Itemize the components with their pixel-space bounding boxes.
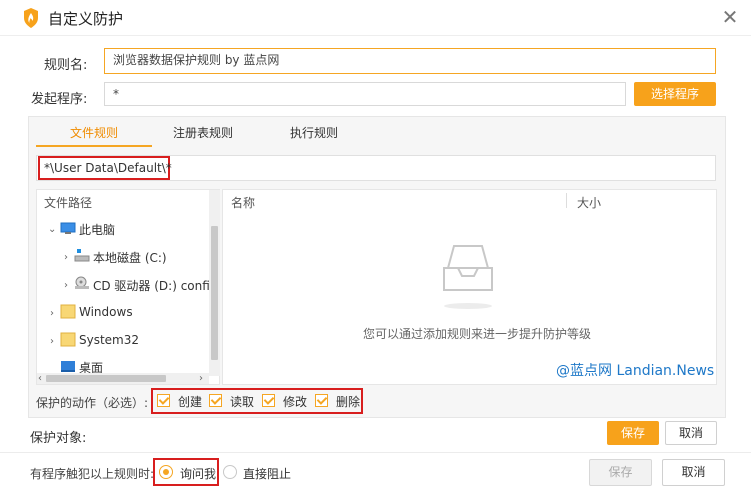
computer-icon — [60, 222, 76, 234]
rule-name-label: 规则名: — [44, 58, 88, 73]
checkbox-read[interactable] — [209, 394, 222, 407]
tree-item-label[interactable]: CD 驱动器 (D:) config-2 — [93, 277, 209, 294]
checkbox-modify[interactable] — [262, 394, 275, 407]
tree-item-this-pc[interactable]: ⌄ — [48, 221, 56, 235]
custom-protection-dialog: 自定义防护 ✕ 规则名: 浏览器数据保护规则 by 蓝点网 发起程序: * 选择… — [0, 0, 751, 494]
scroll-right-icon[interactable]: › — [199, 373, 203, 384]
tab-execution-rules[interactable]: 执行规则 — [290, 124, 338, 141]
tree-item-d-drive[interactable]: › — [64, 277, 68, 291]
column-name[interactable]: 名称 — [231, 194, 255, 211]
column-divider — [566, 193, 567, 208]
radio-ask-me[interactable] — [159, 465, 173, 479]
actions-label: 保护的动作（必选）: — [36, 396, 149, 410]
chevron-down-icon[interactable]: ⌄ — [48, 224, 56, 235]
cancel-rule-button[interactable]: 取消 — [665, 421, 717, 445]
radio-block-directly-label[interactable]: 直接阻止 — [243, 465, 291, 482]
desktop-icon — [61, 361, 75, 372]
tree-item-windows[interactable]: › — [50, 305, 54, 319]
launcher-label: 发起程序: — [31, 92, 88, 107]
cancel-button[interactable]: 取消 — [662, 459, 725, 486]
tree-header: 文件路径 — [44, 196, 93, 210]
select-program-button[interactable]: 选择程序 — [634, 82, 716, 106]
tree-item-label[interactable]: System32 — [79, 333, 139, 347]
save-rule-button[interactable]: 保存 — [607, 421, 659, 445]
chevron-right-icon[interactable]: › — [50, 336, 54, 347]
radio-block-directly[interactable] — [223, 465, 237, 479]
watermark: @蓝点网 Landian.News — [556, 363, 715, 379]
checkbox-create[interactable] — [157, 394, 170, 407]
tab-file-rules[interactable]: 文件规则 — [70, 124, 118, 141]
rule-name-input[interactable]: 浏览器数据保护规则 by 蓝点网 — [104, 48, 716, 74]
drive-icon — [74, 249, 90, 262]
tree-scroll-thumb[interactable] — [211, 226, 218, 360]
path-value: *\User Data\Default\* — [44, 161, 172, 175]
launcher-input[interactable]: * — [104, 82, 626, 106]
dialog-title: 自定义防护 — [48, 10, 124, 28]
empty-tray-icon — [443, 245, 493, 309]
tree-hscroll-thumb[interactable] — [46, 375, 166, 382]
folder-icon — [60, 332, 76, 347]
folder-icon — [60, 304, 76, 319]
cd-drive-icon — [75, 276, 89, 289]
active-tab-indicator — [36, 145, 152, 147]
chevron-right-icon[interactable]: › — [64, 280, 68, 291]
tree-item-c-drive[interactable]: › — [64, 249, 68, 263]
checkbox-modify-label[interactable]: 修改 — [283, 393, 307, 410]
trigger-label: 有程序触犯以上规则时: — [30, 467, 155, 481]
tab-registry-rules[interactable]: 注册表规则 — [173, 124, 233, 141]
tree-item-label[interactable]: Windows — [79, 305, 133, 319]
protect-target-label: 保护对象: — [30, 431, 87, 446]
radio-ask-me-label[interactable]: 询问我 — [180, 465, 216, 482]
chevron-right-icon[interactable]: › — [50, 308, 54, 319]
checkbox-delete[interactable] — [315, 394, 328, 407]
tree-item-system32[interactable]: › — [50, 333, 54, 347]
empty-state-text: 您可以通过添加规则来进一步提升防护等级 — [363, 327, 592, 341]
column-size[interactable]: 大小 — [577, 194, 601, 211]
chevron-right-icon[interactable]: › — [64, 252, 68, 263]
save-button[interactable]: 保存 — [589, 459, 652, 486]
shield-flame-icon — [24, 8, 38, 28]
checkbox-delete-label[interactable]: 删除 — [336, 393, 360, 410]
tree-item-label[interactable]: 此电脑 — [79, 221, 115, 238]
scroll-left-icon[interactable]: ‹ — [38, 373, 42, 384]
checkbox-read-label[interactable]: 读取 — [230, 393, 254, 410]
close-icon[interactable]: ✕ — [719, 6, 741, 28]
checkbox-create-label[interactable]: 创建 — [178, 393, 202, 410]
section-divider — [0, 452, 751, 453]
tree-item-label[interactable]: 本地磁盘 (C:) — [93, 249, 167, 266]
